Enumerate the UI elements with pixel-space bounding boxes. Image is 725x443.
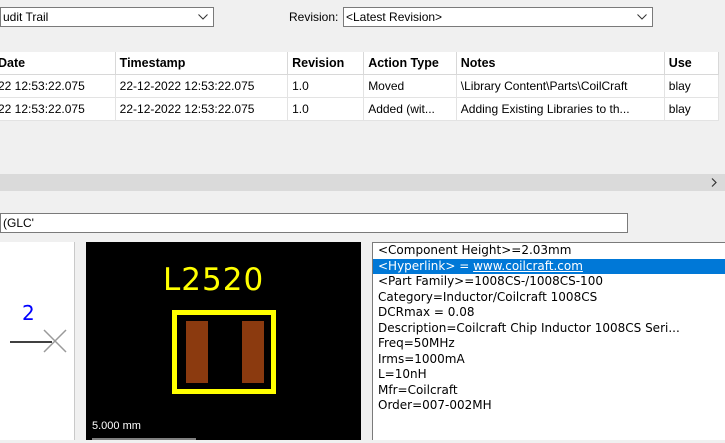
param-irms[interactable]: Irms=1000mA: [373, 352, 725, 368]
cell-revision: 1.0: [287, 97, 365, 121]
revision-select[interactable]: <Latest Revision>: [343, 7, 653, 27]
table-header-row: Date Timestamp Revision Action Type Note…: [0, 52, 720, 75]
footprint-graphic: [92, 310, 276, 440]
scale-label: 5.000 mm: [92, 420, 141, 432]
param-order[interactable]: Order=007-002MH: [373, 398, 725, 414]
cell-action-type: Moved: [363, 74, 457, 98]
filter-input[interactable]: (GLC': [0, 213, 628, 233]
cell-timestamp: 22-12-2022 12:53:22.075: [115, 97, 289, 121]
param-dcrmax[interactable]: DCRmax = 0.08: [373, 305, 725, 321]
cell-timestamp: 22-12-2022 12:53:22.075: [115, 74, 289, 98]
column-header-date[interactable]: Date: [0, 52, 116, 75]
audit-grid: Date Timestamp Revision Action Type Note…: [0, 52, 725, 174]
param-hyperlink[interactable]: <Hyperlink> = www.coilcraft.com: [373, 258, 725, 274]
revision-label: Revision:: [289, 10, 339, 24]
scroll-right-icon[interactable]: [707, 174, 721, 191]
column-header-notes[interactable]: Notes: [456, 52, 665, 75]
revision-select-value: <Latest Revision>: [346, 10, 443, 24]
cell-notes: \Library Content\Parts\CoilCraft: [456, 74, 665, 98]
chevron-down-icon[interactable]: [193, 8, 213, 26]
horizontal-scrollbar[interactable]: [0, 174, 725, 191]
pin-number: 2: [22, 301, 35, 325]
view-select[interactable]: udit Trail: [0, 7, 214, 27]
footprint-pad-2: [242, 321, 264, 383]
param-mfr[interactable]: Mfr=Coilcraft: [373, 383, 725, 399]
cell-user: blay: [664, 74, 720, 98]
cell-date: 22 12:53:22.075: [0, 97, 116, 121]
param-hyperlink-key: <Hyperlink> =: [378, 258, 474, 273]
param-category[interactable]: Category=Inductor/Coilcraft 1008CS: [373, 290, 725, 306]
symbol-preview: 2: [0, 242, 75, 440]
footprint-preview: L2520 5.000 mm: [86, 242, 361, 440]
footprint-pad-1: [186, 321, 208, 383]
param-part-family[interactable]: <Part Family>=1008CS-/1008CS-100: [373, 274, 725, 290]
cell-revision: 1.0: [287, 74, 365, 98]
table-row[interactable]: 22 12:53:22.075 22-12-2022 12:53:22.075 …: [0, 74, 720, 98]
cell-user: blay: [664, 97, 720, 121]
cell-notes: Adding Existing Libraries to th...: [456, 97, 665, 121]
param-description[interactable]: Description=Coilcraft Chip Inductor 1008…: [373, 321, 725, 337]
param-l[interactable]: L=10nH: [373, 367, 725, 383]
column-header-user[interactable]: Use: [664, 52, 720, 75]
column-header-revision[interactable]: Revision: [287, 52, 365, 75]
column-header-timestamp[interactable]: Timestamp: [115, 52, 289, 75]
audit-table: Date Timestamp Revision Action Type Note…: [0, 52, 720, 121]
symbol-graphic: [10, 329, 67, 353]
param-freq[interactable]: Freq=50MHz: [373, 336, 725, 352]
param-component-height[interactable]: <Component Height>=2.03mm: [373, 243, 725, 259]
cell-date: 22 12:53:22.075: [0, 74, 116, 98]
view-select-value: udit Trail: [3, 10, 49, 24]
cell-action-type: Added (wit...: [363, 97, 457, 121]
chevron-down-icon[interactable]: [632, 8, 652, 26]
column-header-action-type[interactable]: Action Type: [363, 52, 457, 75]
hyperlink[interactable]: www.coilcraft.com: [473, 259, 583, 273]
table-row[interactable]: 22 12:53:22.075 22-12-2022 12:53:22.075 …: [0, 97, 720, 121]
parameters-list[interactable]: <Component Height>=2.03mm <Hyperlink> = …: [372, 242, 725, 440]
